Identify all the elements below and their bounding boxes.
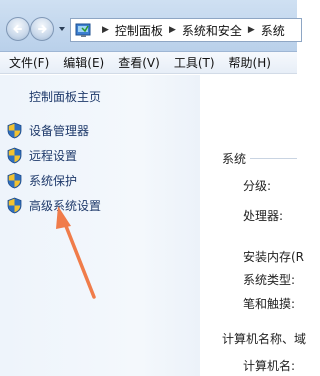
task-label: 系统保护 xyxy=(29,174,78,188)
recent-pages-dropdown-icon[interactable] xyxy=(57,24,67,34)
rating-label: 分级: xyxy=(243,179,272,193)
uac-shield-icon xyxy=(7,197,22,214)
menu-edit[interactable]: 编辑(E) xyxy=(56,54,111,71)
uac-shield-icon xyxy=(7,172,22,189)
system-info-pane: 系统 分级: 处理器: 安装内存(R 系统类型: 笔和触摸: 计算机名称、域 计… xyxy=(200,75,306,376)
uac-shield-icon xyxy=(7,122,22,139)
menu-bar: 文件(F) 编辑(E) 查看(V) 工具(T) 帮助(H) xyxy=(0,52,297,74)
computer-name-label: 计算机名: xyxy=(243,359,296,373)
address-bar[interactable]: ▶ 控制面板 ▶ 系统和安全 ▶ 系统 xyxy=(70,18,302,42)
processor-label: 处理器: xyxy=(243,209,284,223)
task-system-protection[interactable]: 系统保护 xyxy=(7,172,77,189)
menu-help[interactable]: 帮助(H) xyxy=(222,54,278,71)
memory-label: 安装内存(R xyxy=(243,250,305,264)
task-device-manager[interactable]: 设备管理器 xyxy=(7,122,89,139)
back-arrow-icon xyxy=(13,25,22,33)
section-computer-heading: 计算机名称、域 xyxy=(222,332,307,346)
explorer-titlebar: ▶ 控制面板 ▶ 系统和安全 ▶ 系统 xyxy=(0,0,302,52)
breadcrumb-system-security[interactable]: 系统和安全 xyxy=(182,22,242,39)
task-remote-settings[interactable]: 远程设置 xyxy=(7,147,77,164)
breadcrumb-control-panel[interactable]: 控制面板 xyxy=(115,22,163,39)
menu-file[interactable]: 文件(F) xyxy=(0,54,56,71)
control-panel-icon xyxy=(75,23,91,37)
task-label: 高级系统设置 xyxy=(29,199,102,213)
uac-shield-icon xyxy=(7,147,22,164)
breadcrumb-separator-icon: ▶ xyxy=(102,25,109,35)
system-type-label: 系统类型: xyxy=(243,273,296,287)
pen-touch-label: 笔和触摸: xyxy=(243,297,296,311)
task-label: 远程设置 xyxy=(29,149,78,163)
breadcrumb-system[interactable]: 系统 xyxy=(261,22,285,39)
forward-arrow-icon xyxy=(38,25,47,33)
back-button[interactable] xyxy=(6,17,30,41)
menu-view[interactable]: 查看(V) xyxy=(111,54,167,71)
breadcrumb-separator-icon: ▶ xyxy=(168,25,176,35)
menu-tools[interactable]: 工具(T) xyxy=(167,54,222,71)
left-task-pane: 控制面板主页 设备管理器 远程设置 系统保护 高级系统设置 xyxy=(0,75,200,376)
breadcrumb-separator-icon: ▶ xyxy=(247,25,255,35)
control-panel-home-link[interactable]: 控制面板主页 xyxy=(29,88,101,105)
task-advanced-system-settings[interactable]: 高级系统设置 xyxy=(7,197,101,214)
forward-button[interactable] xyxy=(30,17,54,41)
section-system-heading: 系统 xyxy=(222,152,247,166)
task-label: 设备管理器 xyxy=(29,124,90,138)
section-divider xyxy=(250,158,297,159)
